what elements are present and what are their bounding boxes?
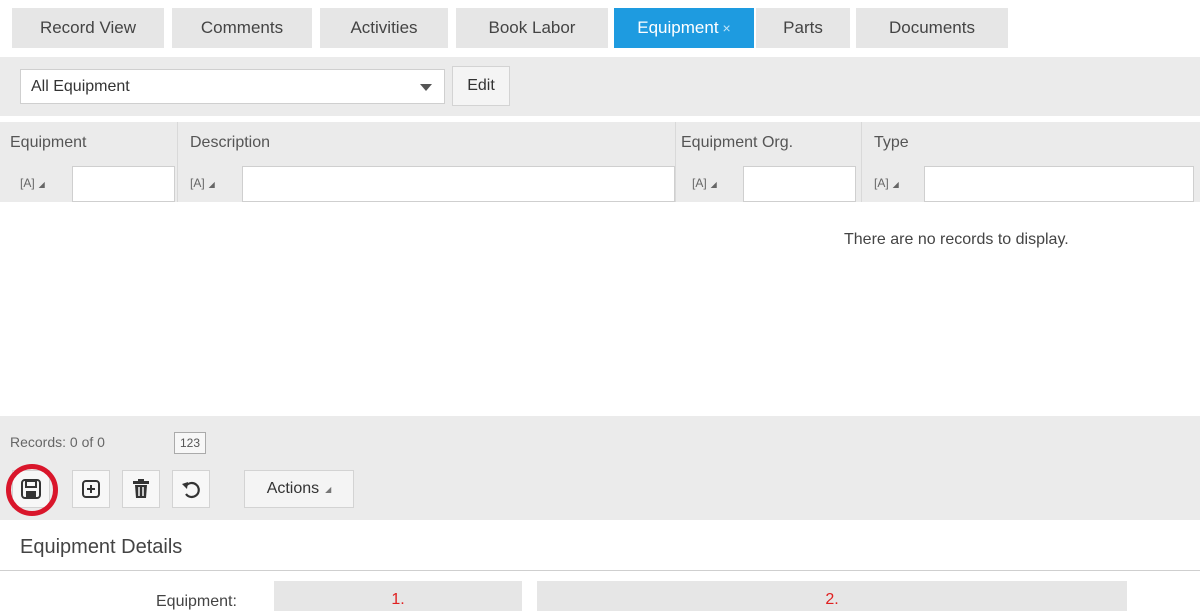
equipment-description-field[interactable]: 2. <box>537 581 1127 611</box>
new-record-button[interactable] <box>72 470 110 508</box>
empty-grid-message: There are no records to display. <box>844 231 1069 248</box>
tab-parts[interactable]: Parts <box>756 8 850 48</box>
tab-record-view[interactable]: Record View <box>12 8 164 48</box>
tab-label: Activities <box>350 18 418 37</box>
record-count-button[interactable]: 123 <box>174 432 206 454</box>
actions-label: Actions <box>266 480 320 497</box>
operator-text: [A] <box>20 176 35 190</box>
tab-label: Parts <box>783 18 823 37</box>
column-header-description[interactable]: Description <box>190 134 270 152</box>
column-separator[interactable] <box>861 122 862 202</box>
column-header-equipment[interactable]: Equipment <box>10 134 87 152</box>
chevron-down-icon[interactable] <box>420 84 432 91</box>
marker-label: 1. <box>391 591 405 608</box>
save-icon <box>21 479 41 499</box>
triangle-icon: ◢ <box>208 180 215 189</box>
column-header-equipment-org[interactable]: Equipment Org. <box>681 134 793 152</box>
filter-input-equipment[interactable] <box>72 166 175 202</box>
delete-icon <box>133 479 149 498</box>
undo-icon <box>182 481 200 499</box>
marker-label: 2. <box>825 591 839 608</box>
tab-label: Record View <box>39 18 137 37</box>
dataspy-bar: All Equipment Edit <box>0 57 1200 116</box>
section-title: Equipment Details <box>20 536 183 558</box>
equipment-code-field[interactable]: 1. <box>274 581 522 611</box>
tab-activities[interactable]: Activities <box>320 8 448 48</box>
filter-operator[interactable]: [A] ◢ <box>20 176 45 190</box>
dataspy-selected-value: All Equipment <box>31 78 130 95</box>
actions-button[interactable]: Actions ◢ <box>244 470 354 508</box>
dataspy-edit-button[interactable]: Edit <box>452 66 510 106</box>
filter-input-description[interactable] <box>242 166 675 202</box>
triangle-icon: ◢ <box>710 180 717 189</box>
save-button[interactable] <box>12 470 50 508</box>
tab-label: Equipment <box>637 18 719 37</box>
tab-bar: Record View Comments Activities Book Lab… <box>0 0 1200 48</box>
column-separator[interactable] <box>675 122 676 202</box>
filter-input-equipment-org[interactable] <box>743 166 856 202</box>
delete-button[interactable] <box>122 470 160 508</box>
equipment-field-label: Equipment: <box>156 593 237 610</box>
tab-comments[interactable]: Comments <box>172 8 312 48</box>
dataspy-select[interactable]: All Equipment <box>20 69 445 104</box>
triangle-icon: ◢ <box>325 484 332 494</box>
record-count: Records: 0 of 0 <box>10 434 105 450</box>
divider <box>0 570 1200 571</box>
tab-label: Book Labor <box>488 18 576 37</box>
operator-text: [A] <box>190 176 205 190</box>
filter-operator[interactable]: [A] ◢ <box>692 176 717 190</box>
filter-operator[interactable]: [A] ◢ <box>874 176 899 190</box>
close-icon[interactable]: × <box>723 20 731 36</box>
new-record-icon <box>82 480 100 498</box>
column-separator[interactable] <box>177 122 178 202</box>
column-header-type[interactable]: Type <box>874 134 909 152</box>
operator-text: [A] <box>692 176 707 190</box>
grid-header: Equipment Description Equipment Org. Typ… <box>0 122 1200 202</box>
filter-input-type[interactable] <box>924 166 1194 202</box>
tab-label: Comments <box>200 18 284 37</box>
undo-button[interactable] <box>172 470 210 508</box>
triangle-icon: ◢ <box>38 180 45 189</box>
tab-label: Documents <box>889 18 975 37</box>
triangle-icon: ◢ <box>892 180 899 189</box>
record-toolbar: Records: 0 of 0 123 Actions ◢ <box>0 416 1200 520</box>
filter-operator[interactable]: [A] ◢ <box>190 176 215 190</box>
tab-book-labor[interactable]: Book Labor <box>456 8 608 48</box>
operator-text: [A] <box>874 176 889 190</box>
tab-equipment[interactable]: Equipment × <box>614 8 754 48</box>
tab-documents[interactable]: Documents <box>856 8 1008 48</box>
